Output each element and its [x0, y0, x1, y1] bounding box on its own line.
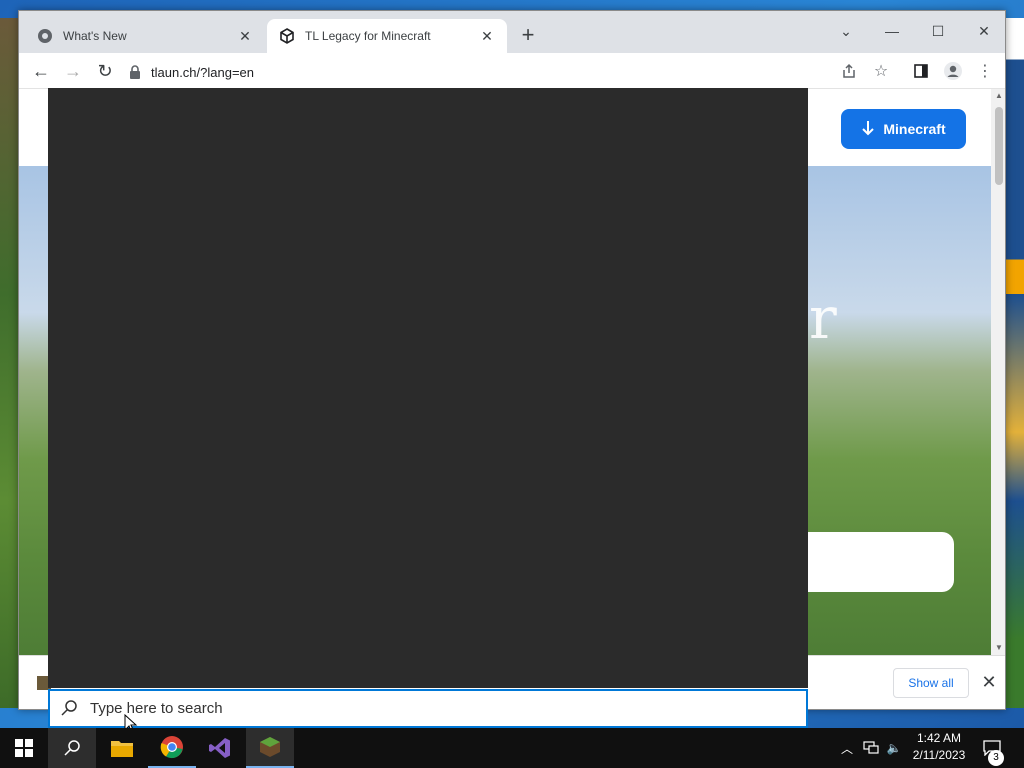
download-button-label: Minecraft: [883, 121, 946, 137]
notification-count-badge: 3: [988, 750, 1004, 766]
taskbar: ︿ 🔈 1:42 AM 2/11/2023 3: [0, 728, 1024, 768]
taskbar-search-box[interactable]: [48, 689, 808, 728]
minecraft-launcher-icon[interactable]: [246, 728, 294, 768]
toolbar: ← → ↻ tlaun.ch/?lang=en ☆ ⋮: [19, 53, 1005, 89]
cube-icon: [279, 28, 295, 44]
side-panel-icon[interactable]: [909, 59, 933, 83]
clock-time: 1:42 AM: [916, 731, 962, 745]
scroll-thumb[interactable]: [995, 107, 1003, 185]
clock-date: 2/11/2023: [912, 748, 966, 762]
lock-icon: [129, 65, 143, 79]
tab-title: TL Legacy for Minecraft: [305, 29, 431, 43]
start-button[interactable]: [0, 728, 48, 768]
background-window-right: [1005, 18, 1024, 708]
close-icon[interactable]: ✕: [977, 670, 1001, 694]
visual-studio-icon[interactable]: [196, 728, 244, 768]
search-icon[interactable]: [48, 728, 96, 768]
bookmark-star-icon[interactable]: ☆: [869, 59, 893, 83]
search-input[interactable]: [90, 700, 690, 717]
download-minecraft-button[interactable]: Minecraft: [841, 109, 966, 149]
search-results-panel: [48, 88, 808, 688]
search-icon: [60, 699, 80, 719]
close-window-button[interactable]: ✕: [961, 17, 1005, 45]
tab-search-icon[interactable]: ⌄: [823, 17, 869, 45]
profile-avatar-icon[interactable]: [941, 59, 965, 83]
file-explorer-icon[interactable]: [98, 728, 146, 768]
menu-kebab-icon[interactable]: ⋮: [973, 59, 997, 83]
tab-strip: What's New ✕ TL Legacy for Minecraft ✕ +…: [19, 11, 1005, 53]
arrow-down-icon: [861, 120, 875, 139]
network-icon[interactable]: [860, 728, 882, 768]
page-scrollbar[interactable]: ▲ ▼: [991, 89, 1005, 655]
maximize-button[interactable]: ☐: [915, 17, 961, 45]
new-tab-button[interactable]: +: [517, 24, 539, 47]
scroll-up-icon[interactable]: ▲: [994, 91, 1004, 100]
minimize-button[interactable]: —: [869, 17, 915, 45]
chrome-icon[interactable]: [148, 728, 196, 768]
tab-title: What's New: [63, 29, 127, 43]
back-button[interactable]: ←: [29, 59, 53, 83]
close-icon[interactable]: ✕: [237, 28, 253, 44]
close-icon[interactable]: ✕: [479, 28, 495, 44]
show-all-button[interactable]: Show all: [893, 668, 969, 698]
forward-button[interactable]: →: [61, 59, 85, 83]
address-text: tlaun.ch/?lang=en: [151, 64, 255, 80]
hero-heading-fragment: r: [809, 284, 837, 352]
volume-icon[interactable]: 🔈: [884, 728, 904, 768]
clock[interactable]: 1:42 AM 2/11/2023: [904, 730, 974, 766]
tab-whats-new[interactable]: What's New ✕: [25, 19, 265, 53]
chrome-icon: [37, 28, 53, 44]
reload-button[interactable]: ↻: [93, 59, 117, 83]
tab-tl-legacy[interactable]: TL Legacy for Minecraft ✕: [267, 19, 507, 53]
background-window-left: [0, 18, 20, 708]
address-bar[interactable]: tlaun.ch/?lang=en: [129, 58, 829, 86]
scroll-down-icon[interactable]: ▼: [994, 643, 1004, 652]
share-icon[interactable]: [837, 59, 861, 83]
windows-logo-icon: [15, 739, 33, 757]
chevron-up-icon[interactable]: ︿: [838, 728, 856, 768]
